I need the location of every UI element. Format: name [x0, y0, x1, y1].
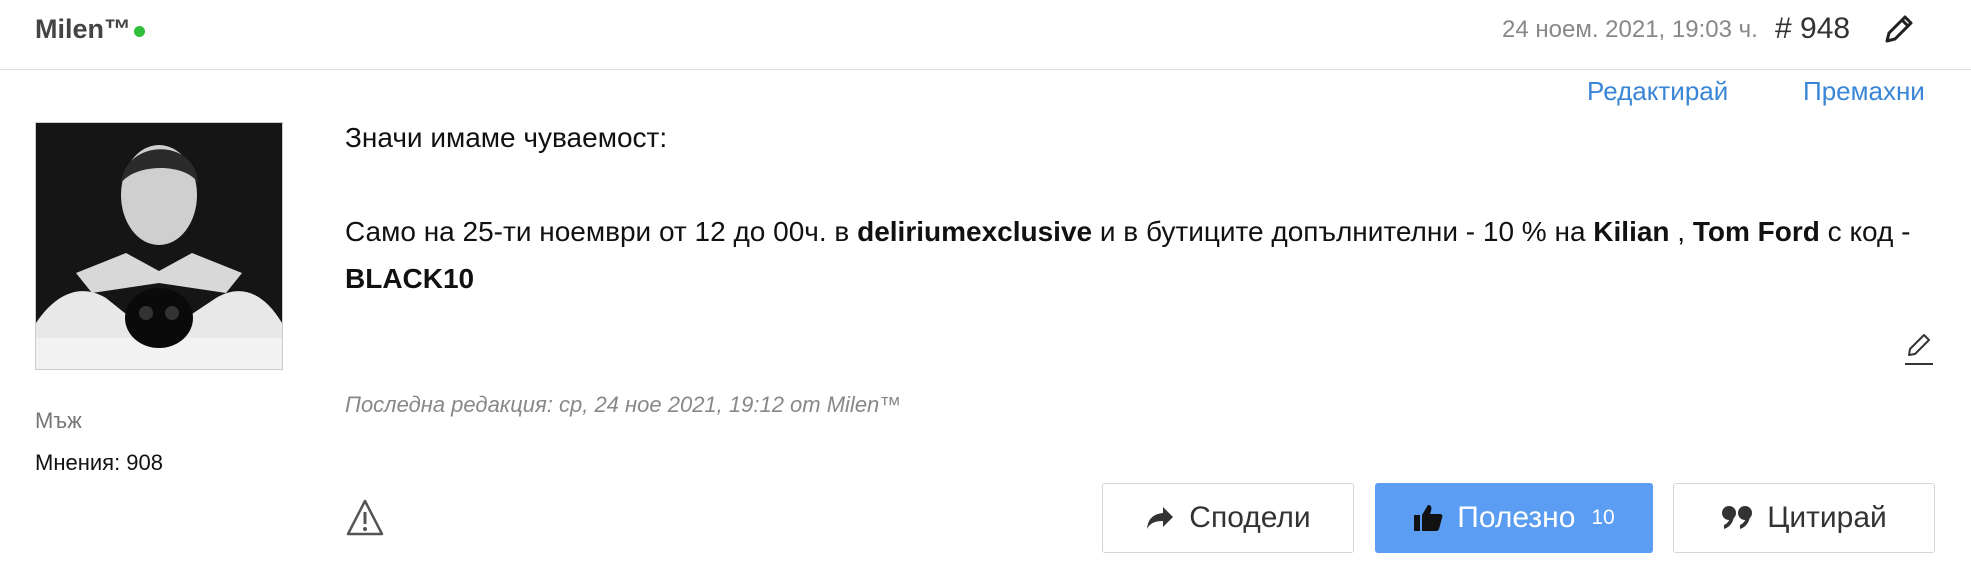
warning-icon[interactable] [345, 498, 385, 538]
useful-button[interactable]: Полезно 10 [1375, 483, 1653, 553]
share-button[interactable]: Сподели [1102, 483, 1354, 553]
share-button-label: Сподели [1189, 501, 1311, 534]
text-span: и в бутиците допълнителни - 10 % на [1092, 216, 1594, 247]
quote-button-label: Цитирай [1767, 501, 1887, 534]
post-content: Значи имаме чуваемост: Само на 25-ти ное… [345, 114, 1925, 302]
post-date: 24 ноем. 2021, 19:03 ч. [1502, 16, 1758, 43]
author-post-count: Мнения: 908 [35, 450, 163, 475]
text-span: , [1669, 216, 1693, 247]
post-number-link[interactable]: # 948 [1775, 12, 1850, 46]
last-edit-note: Последна редакция: ср, 24 ное 2021, 19:1… [345, 392, 902, 417]
bold-text: Kilian [1593, 216, 1670, 247]
useful-button-label: Полезно [1457, 501, 1576, 534]
share-arrow-icon [1147, 507, 1174, 529]
bold-text: BLACK10 [345, 263, 475, 294]
text-span: Само на 25-ти ноември от 12 до 00ч. в [345, 216, 858, 247]
author-gender: Мъж [35, 408, 82, 433]
useful-count: 10 [1591, 506, 1615, 529]
avatar[interactable] [35, 122, 283, 370]
text-span: с код - [1819, 216, 1911, 247]
quote-icon [1722, 506, 1753, 529]
post-header: Milen™ 24 ноем. 2021, 19:03 ч. # 948 [0, 0, 1971, 70]
pencil-icon[interactable] [1882, 12, 1916, 46]
avatar-image [36, 123, 282, 369]
thumbs-up-icon [1414, 505, 1443, 531]
remove-post-link[interactable]: Премахни [1803, 76, 1925, 107]
forum-post: Milen™ 24 ноем. 2021, 19:03 ч. # 948 Ред… [0, 0, 1971, 575]
online-status-dot [134, 26, 145, 37]
quote-button[interactable]: Цитирай [1673, 483, 1935, 553]
edit-pencil-icon[interactable] [1902, 330, 1936, 368]
bold-text: deliriumexclusive [857, 216, 1093, 247]
author-name[interactable]: Milen™ [35, 14, 131, 45]
bold-text: Tom Ford [1692, 216, 1820, 247]
content-paragraph: Само на 25-ти ноември от 12 до 00ч. в de… [345, 208, 1925, 302]
content-line: Значи имаме чуваемост: [345, 122, 668, 153]
edit-post-link[interactable]: Редактирай [1587, 76, 1728, 107]
